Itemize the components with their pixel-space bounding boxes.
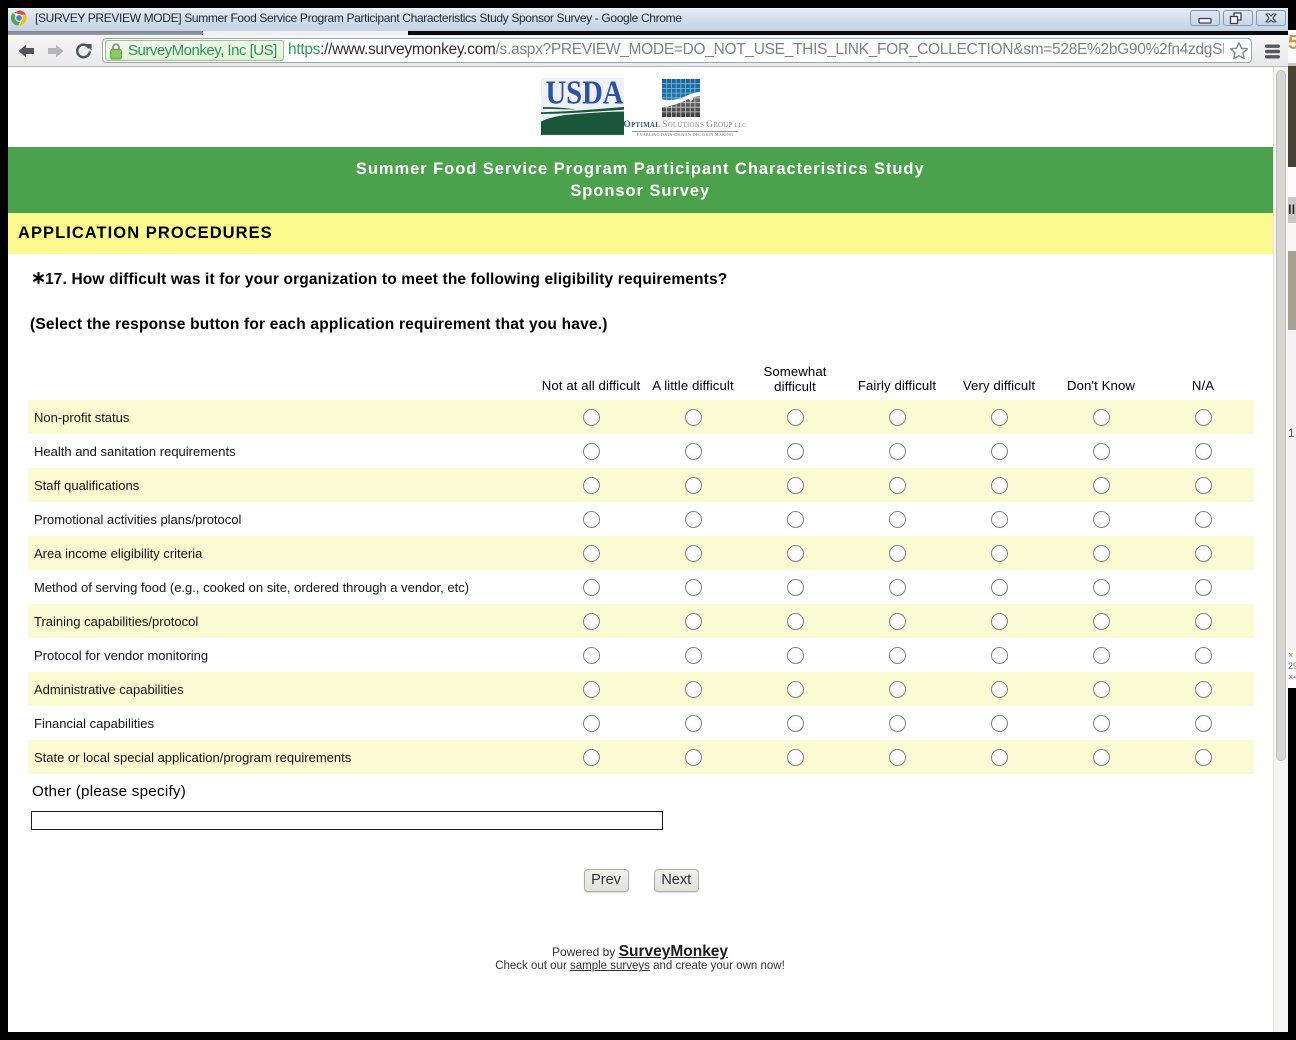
svg-text:USDA: USDA bbox=[546, 78, 624, 112]
